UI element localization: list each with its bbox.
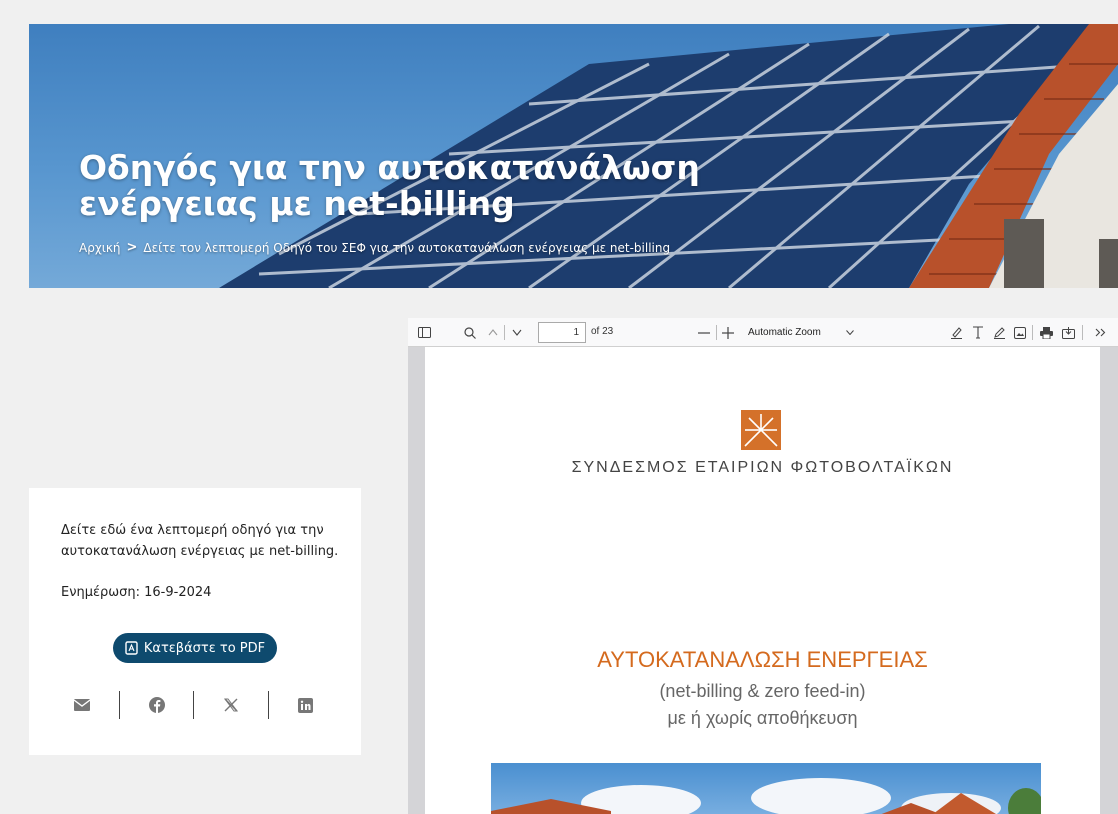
- chevron-down-icon: [846, 330, 854, 335]
- share-divider: [193, 691, 195, 719]
- download-pdf-label: Κατεβάστε το PDF: [143, 640, 266, 656]
- zoom-in-icon[interactable]: [718, 322, 738, 343]
- draw-icon[interactable]: [991, 322, 1007, 343]
- download-pdf-button[interactable]: Κατεβάστε το PDF: [113, 633, 277, 663]
- update-date: Ενημέρωση: 16-9-2024: [61, 585, 212, 600]
- download-card: Δείτε εδώ ένα λεπτομερή οδηγό για την αυ…: [29, 488, 361, 755]
- print-icon[interactable]: [1036, 322, 1056, 343]
- page-total: of 23: [591, 326, 614, 337]
- sidebar-toggle-icon[interactable]: [414, 322, 434, 343]
- toolbar-separator: [716, 325, 717, 340]
- more-tools-icon[interactable]: [1090, 322, 1110, 343]
- save-icon[interactable]: [1058, 322, 1078, 343]
- breadcrumb-home-link[interactable]: Αρχική: [79, 241, 121, 255]
- document-subtitle: (net-billing & zero feed-in): [659, 681, 866, 701]
- hero-banner: Οδηγός για την αυτοκατανάλωση ενέργειας …: [29, 24, 1118, 288]
- x-icon[interactable]: [222, 696, 240, 714]
- toolbar-separator: [1032, 325, 1033, 340]
- image-tool-icon[interactable]: [1012, 322, 1028, 343]
- facebook-icon[interactable]: [148, 696, 166, 714]
- pdf-file-icon: [125, 641, 138, 655]
- pdf-page: ΣΥΝΔΕΣΜΟΣ ΕΤΑΙΡΙΩΝ ΦΩΤΟΒΟΛΤΑΪΚΩΝ ΑΥΤΟΚΑΤ…: [425, 347, 1100, 814]
- sef-logo: [741, 410, 781, 450]
- mail-icon[interactable]: [73, 696, 91, 714]
- organization-name: ΣΥΝΔΕΣΜΟΣ ΕΤΑΙΡΙΩΝ ΦΩΤΟΒΟΛΤΑΪΚΩΝ: [571, 459, 954, 476]
- linkedin-icon[interactable]: [297, 696, 315, 714]
- text-tool-icon[interactable]: [970, 322, 986, 343]
- share-divider: [118, 691, 120, 719]
- search-icon[interactable]: [460, 322, 480, 343]
- page-title-line1: Οδηγός για την αυτοκατανάλωση: [79, 148, 700, 187]
- highlight-icon[interactable]: [948, 322, 964, 343]
- share-bar: [59, 691, 329, 719]
- document-subtitle-2: με ή χωρίς αποθήκευση: [667, 708, 858, 728]
- card-description: Δείτε εδώ ένα λεπτομερή οδηγό για την αυ…: [61, 523, 339, 559]
- breadcrumb-separator: >: [126, 240, 138, 255]
- page-title-line2: ενέργειας με net-billing: [79, 184, 515, 223]
- previous-page-icon[interactable]: [484, 322, 502, 343]
- pdf-viewer: 1 of 23 Automatic Zoom ΣΥΝΔΕΣΜΟΣ ΕΤΑΙΡΙΩ…: [408, 318, 1118, 814]
- page-number-input[interactable]: 1: [538, 322, 586, 343]
- zoom-select[interactable]: Automatic Zoom: [742, 322, 860, 343]
- breadcrumb: Αρχική > Δείτε τον λεπτομερή Οδηγό του Σ…: [79, 240, 670, 255]
- page-title: Οδηγός για την αυτοκατανάλωση ενέργειας …: [79, 150, 779, 222]
- pdf-toolbar: 1 of 23 Automatic Zoom: [408, 318, 1118, 347]
- toolbar-separator: [1082, 325, 1083, 340]
- document-title: ΑΥΤΟΚΑΤΑΝΑΛΩΣΗ ΕΝΕΡΓΕΙΑΣ: [597, 647, 928, 672]
- zoom-select-value: Automatic Zoom: [748, 327, 821, 338]
- share-divider: [268, 691, 270, 719]
- scrollbar[interactable]: [1100, 347, 1118, 814]
- toolbar-separator: [504, 325, 505, 340]
- zoom-out-icon[interactable]: [694, 322, 714, 343]
- cover-photo: [491, 763, 1041, 814]
- next-page-icon[interactable]: [508, 322, 526, 343]
- breadcrumb-current: Δείτε τον λεπτομερή Οδηγό του ΣΕΦ για τη…: [143, 240, 671, 255]
